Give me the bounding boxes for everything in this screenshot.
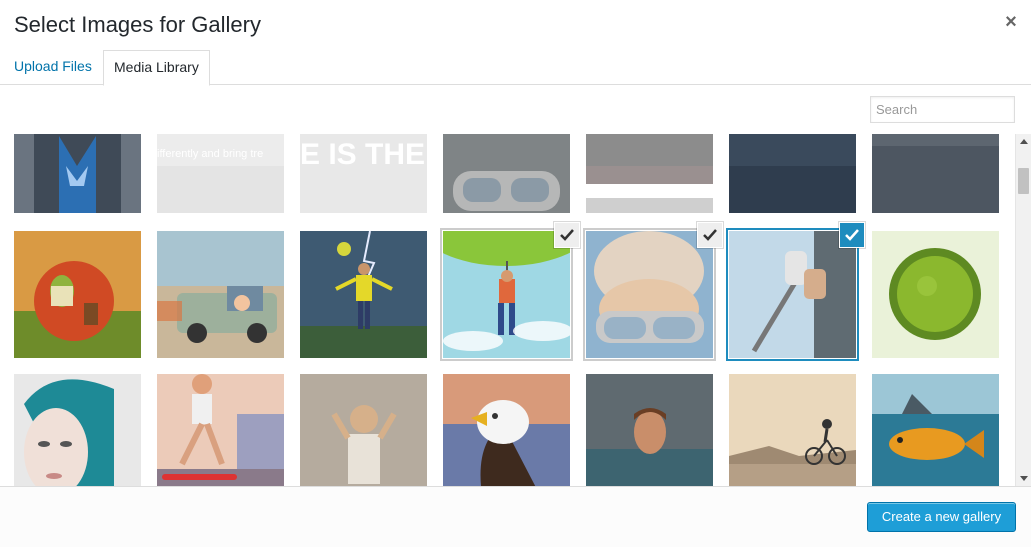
media-thumb-text-differently[interactable]: ifferently and bring tre	[157, 134, 284, 213]
media-thumb-superhero-shirt[interactable]	[14, 134, 141, 213]
media-thumb-truck-girl[interactable]	[157, 231, 284, 358]
tab-upload-files[interactable]: Upload Files	[4, 50, 102, 86]
media-thumb-teal-hair-woman[interactable]	[14, 374, 141, 486]
scroll-down-icon[interactable]	[1016, 470, 1031, 486]
media-thumb-goggles-cropped[interactable]	[443, 134, 570, 213]
media-thumb-apple-house[interactable]	[14, 231, 141, 358]
thumb-overlay-text: ifferently and bring tre	[157, 148, 264, 160]
scrollbar-thumb[interactable]	[1018, 168, 1029, 194]
attachments-grid: ifferently and bring tre E IS THE	[0, 134, 1015, 486]
media-thumb-grey-sky[interactable]	[872, 134, 999, 213]
media-thumb-cyclist[interactable]	[729, 374, 856, 486]
media-thumb-storm-man[interactable]	[300, 231, 427, 358]
media-thumb-selfie-stick[interactable]	[729, 231, 856, 358]
media-thumb-room-cropped[interactable]	[586, 134, 713, 213]
close-icon[interactable]: ×	[1003, 12, 1019, 32]
vertical-scrollbar[interactable]	[1015, 134, 1031, 486]
media-thumb-shark-fish[interactable]	[872, 374, 999, 486]
media-thumb-text-is-the[interactable]: E IS THE	[300, 134, 427, 213]
router-tabs: Upload Files Media Library	[0, 50, 1031, 86]
thumb-overlay-text: E IS THE	[300, 138, 426, 171]
media-thumb-goggles-face[interactable]	[586, 231, 713, 358]
media-thumb-rain-child[interactable]	[300, 374, 427, 486]
check-icon[interactable]	[840, 223, 864, 247]
media-thumb-dark-sky[interactable]	[729, 134, 856, 213]
create-gallery-button[interactable]: Create a new gallery	[867, 502, 1016, 532]
check-icon[interactable]	[555, 223, 579, 247]
media-thumb-eagle[interactable]	[443, 374, 570, 486]
media-thumb-water-head[interactable]	[586, 374, 713, 486]
scroll-up-icon[interactable]	[1016, 134, 1031, 150]
media-thumb-tiny-planet[interactable]	[872, 231, 999, 358]
tab-media-library[interactable]: Media Library	[103, 50, 210, 86]
modal-title: Select Images for Gallery	[14, 12, 261, 37]
media-thumb-skater[interactable]	[157, 374, 284, 486]
media-thumb-hanging-man[interactable]	[443, 231, 570, 358]
check-icon[interactable]	[698, 223, 722, 247]
search-input[interactable]	[870, 96, 1015, 123]
